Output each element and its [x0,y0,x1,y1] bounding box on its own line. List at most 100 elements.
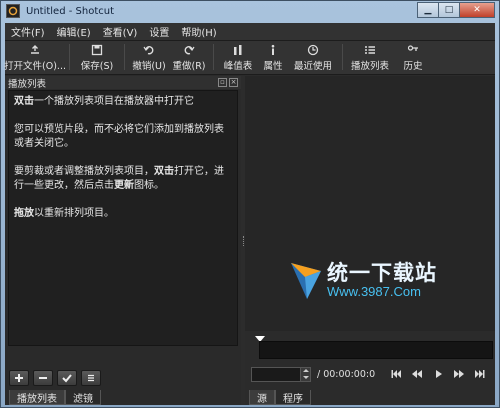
menu-settings[interactable]: 设置 [143,24,175,39]
menu-view[interactable]: 查看(V) [97,24,144,39]
open-file-label: 打开文件(O)... [4,61,66,72]
video-display: 统一下载站 Www.3987.Com [245,76,495,331]
transport-bar: / 00:00:00:0 [251,366,495,382]
help-p1-bold: 双击 [14,96,34,107]
toolbar: 打开文件(O)... 保存(S) 撤销(U) 重做(R) 峰值表 属性 最近使用… [4,41,495,75]
playlist-panel: 播放列表 ▫ × 双击一个播放列表项目在播放器中打开它 您可以预览片段，而不必将… [5,76,241,405]
clock-icon [307,44,319,56]
position-timecode-input[interactable] [251,366,301,382]
undock-icon[interactable]: ▫ [218,78,227,87]
playlist-header: 播放列表 ▫ × [5,76,241,90]
history-button[interactable]: 历史 [393,44,433,72]
app-window: Untitled - Shotcut ▁ □ ✕ 文件(F) 编辑(E) 查看(… [0,0,500,408]
checkmark-icon [62,374,72,383]
close-panel-icon[interactable]: × [229,78,238,87]
spin-up-icon[interactable] [302,369,309,373]
info-icon [271,44,275,55]
rewind-button[interactable] [408,367,426,381]
play-button[interactable] [429,367,447,381]
watermark-url: Www.3987.Com [327,284,421,299]
peak-meter-icon [234,45,242,55]
plus-icon [15,374,23,382]
help-p3-a: 要剪裁或者调整播放列表项目， [14,166,154,177]
watermark: 统一下载站 Www.3987.Com [289,261,437,301]
maximize-button[interactable]: □ [438,2,460,18]
viewer-panel: 统一下载站 Www.3987.Com / 00:00:00:0 源 程序 [245,76,495,405]
duration-label: / 00:00:00:0 [317,368,376,380]
play-icon [436,370,442,378]
watermark-logo [291,263,321,299]
toolbar-separator [124,44,125,70]
skip-to-end-button[interactable] [471,367,489,381]
save-icon [91,44,103,56]
help-p4-text: 以重新排列项目。 [34,208,114,219]
spin-down-icon[interactable] [302,375,309,379]
title-bar: Untitled - Shotcut ▁ □ ✕ [1,1,499,21]
hamburger-icon [88,374,94,382]
help-p1-text: 一个播放列表项目在播放器中打开它 [34,96,194,107]
window-title: Untitled - Shotcut [26,5,115,17]
timecode-spinner[interactable] [301,366,311,382]
help-p3-bold2: 更新 [114,180,134,191]
toolbar-separator [342,44,343,70]
history-label: 历史 [403,61,423,72]
toolbar-separator [213,44,214,70]
watermark-cn: 统一下载站 [327,261,437,285]
menu-edit[interactable]: 编辑(E) [51,24,97,39]
menu-help[interactable]: 帮助(H) [175,24,222,39]
properties-label: 属性 [263,61,283,72]
minus-icon [39,377,47,379]
viewer-tabs: 源 程序 [249,390,311,405]
scrubber[interactable] [251,336,493,360]
rewind-icon [412,370,422,378]
playlist-add-button[interactable] [9,370,29,386]
properties-button[interactable]: 属性 [258,44,288,72]
shotcut-app-icon [6,4,20,18]
menu-bar: 文件(F) 编辑(E) 查看(V) 设置 帮助(H) [5,23,495,41]
fast-forward-button[interactable] [450,367,468,381]
tab-program[interactable]: 程序 [275,390,311,405]
menu-file[interactable]: 文件(F) [5,24,51,39]
open-file-button[interactable]: 打开文件(O)... [4,44,66,72]
tab-filters[interactable]: 滤镜 [65,390,101,405]
save-button[interactable]: 保存(S) [74,44,120,72]
tab-source[interactable]: 源 [249,390,275,405]
minimize-button[interactable]: ▁ [417,2,439,18]
undo-icon [143,46,154,55]
help-p3-bold1: 双击 [154,166,174,177]
redo-icon [184,46,195,55]
close-button[interactable]: ✕ [459,2,495,18]
skip-to-start-button[interactable] [387,367,405,381]
open-file-icon [31,45,39,54]
playlist-help-text[interactable]: 双击一个播放列表项目在播放器中打开它 您可以预览片段，而不必将它们添加到播放列表… [8,90,238,346]
fast-forward-icon [454,370,464,378]
playlist-update-button[interactable] [57,370,77,386]
left-dock-tabs: 播放列表 滤镜 [9,390,101,405]
help-p2-text: 您可以预览片段，而不必将它们添加到播放列表或者关闭它。 [14,124,224,149]
list-icon [365,46,375,54]
main-area: 文件(F) 编辑(E) 查看(V) 设置 帮助(H) 打开文件(O)... 保存… [4,23,495,405]
playlist-title: 播放列表 [8,78,47,90]
save-label: 保存(S) [80,61,114,72]
redo-label: 重做(R) [172,61,206,72]
toolbar-separator [69,44,70,70]
help-p4-bold: 拖放 [14,208,34,219]
recent-label: 最近使用 [293,61,332,72]
undo-button[interactable]: 撤销(U) [129,44,169,72]
playlist-remove-button[interactable] [33,370,53,386]
history-icon [407,45,418,51]
skip-to-start-icon [391,370,401,378]
scrub-bar[interactable] [259,341,493,359]
peak-meter-button[interactable]: 峰值表 [218,44,258,72]
playlist-button[interactable]: 播放列表 [347,44,393,72]
tab-playlist[interactable]: 播放列表 [9,390,65,405]
redo-button[interactable]: 重做(R) [169,44,209,72]
skip-to-end-icon [475,370,485,378]
peak-meter-label: 峰值表 [223,61,253,72]
undo-label: 撤销(U) [132,61,166,72]
help-p3-c: 图标。 [134,180,164,191]
playlist-actions [9,370,101,386]
playlist-label: 播放列表 [350,61,389,72]
recent-button[interactable]: 最近使用 [288,44,338,72]
playlist-menu-button[interactable] [81,370,101,386]
